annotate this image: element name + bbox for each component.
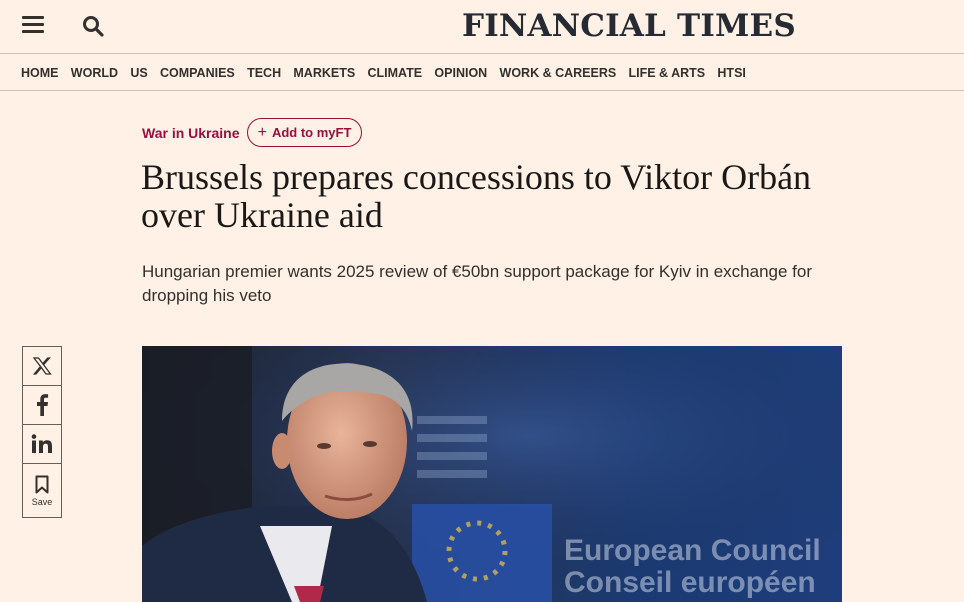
add-to-myft-label: Add to myFT (271, 125, 352, 140)
backdrop-text-2: Conseil européen (564, 566, 816, 599)
share-bar: Save (22, 346, 62, 518)
search-button[interactable] (81, 14, 105, 38)
menu-icon (22, 16, 44, 19)
hero-photo: European Council Conseil européen (142, 346, 842, 602)
article-standfirst: Hungarian premier wants 2025 review of €… (142, 262, 812, 305)
save-label: Save (31, 496, 53, 507)
topic-link[interactable]: War in Ukraine (142, 125, 240, 141)
masthead-logo[interactable]: FINANCIAL TIMES (462, 8, 796, 44)
backdrop-text-1: European Council (564, 534, 821, 567)
nav-us[interactable]: US (130, 66, 147, 80)
share-facebook-button[interactable] (23, 386, 61, 425)
menu-icon-bar (22, 23, 44, 26)
hero-image: European Council Conseil européen (142, 346, 842, 602)
menu-button[interactable] (22, 16, 44, 36)
nav-world[interactable]: WORLD (71, 66, 118, 80)
headline-line-1: Brussels prepares concessions to Viktor … (141, 157, 812, 197)
bookmark-icon (35, 475, 49, 493)
facebook-icon (37, 394, 49, 416)
nav-home[interactable]: HOME (21, 66, 59, 80)
share-linkedin-button[interactable] (23, 425, 61, 464)
add-to-myft-button[interactable]: + Add to myFT (247, 118, 362, 147)
linkedin-icon (31, 434, 52, 453)
nav-climate[interactable]: CLIMATE (368, 66, 423, 80)
eu-flag (412, 504, 552, 602)
nav-work-careers[interactable]: WORK & CAREERS (500, 66, 617, 80)
site-header: FINANCIAL TIMES (0, 0, 964, 54)
nav-opinion[interactable]: OPINION (434, 66, 487, 80)
nav-tech[interactable]: TECH (247, 66, 281, 80)
nav-companies[interactable]: COMPANIES (160, 66, 235, 80)
nav-htsi[interactable]: HTSI (717, 66, 745, 80)
save-button[interactable]: Save (23, 464, 61, 517)
headline-line-2: over Ukraine aid (141, 195, 383, 235)
nav-life-arts[interactable]: LIFE & ARTS (628, 66, 705, 80)
x-icon (32, 357, 52, 375)
plus-icon: + (257, 123, 267, 141)
article-headline: Brussels prepares concessions to Viktor … (141, 158, 861, 234)
main-nav: HOME WORLD US COMPANIES TECH MARKETS CLI… (0, 55, 964, 91)
menu-icon-bar (22, 30, 44, 33)
nav-markets[interactable]: MARKETS (293, 66, 355, 80)
search-icon (83, 16, 104, 37)
share-x-button[interactable] (23, 347, 61, 386)
